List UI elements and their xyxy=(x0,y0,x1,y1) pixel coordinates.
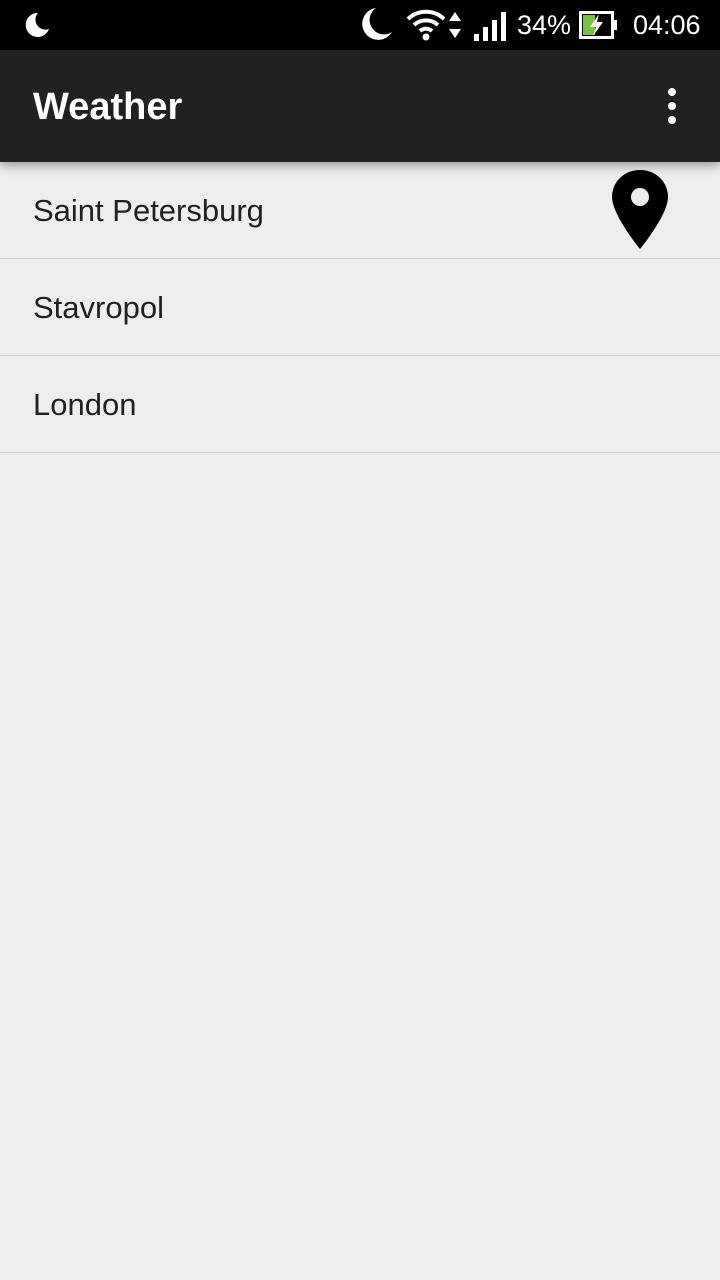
app-bar: Weather xyxy=(0,50,720,162)
list-item-city[interactable]: Stavropol xyxy=(0,259,720,356)
wifi-icon xyxy=(406,9,446,41)
status-bar: 34% 04:06 xyxy=(0,0,720,50)
battery-percent: 34% xyxy=(517,10,572,40)
more-vert-icon-dot xyxy=(668,116,676,124)
more-vert-icon xyxy=(668,88,676,96)
city-name: Stavropol xyxy=(33,290,164,325)
clock: 04:06 xyxy=(633,10,701,40)
moon-icon xyxy=(25,12,49,37)
location-pin-icon xyxy=(612,170,668,249)
battery-charging-icon xyxy=(579,11,617,39)
list-item-city[interactable]: Saint Petersburg xyxy=(0,162,720,259)
city-name: Saint Petersburg xyxy=(33,193,264,228)
city-name: London xyxy=(33,387,137,422)
more-options-button[interactable] xyxy=(648,82,696,130)
app-title: Weather xyxy=(33,86,183,128)
do-not-disturb-moon-icon xyxy=(362,8,392,40)
cellular-signal-icon xyxy=(474,12,506,41)
data-arrows-icon xyxy=(449,12,461,38)
list-item-city[interactable]: London xyxy=(0,356,720,453)
city-list: Saint Petersburg Stavropol London xyxy=(0,162,720,453)
more-vert-icon-dot xyxy=(668,102,676,110)
